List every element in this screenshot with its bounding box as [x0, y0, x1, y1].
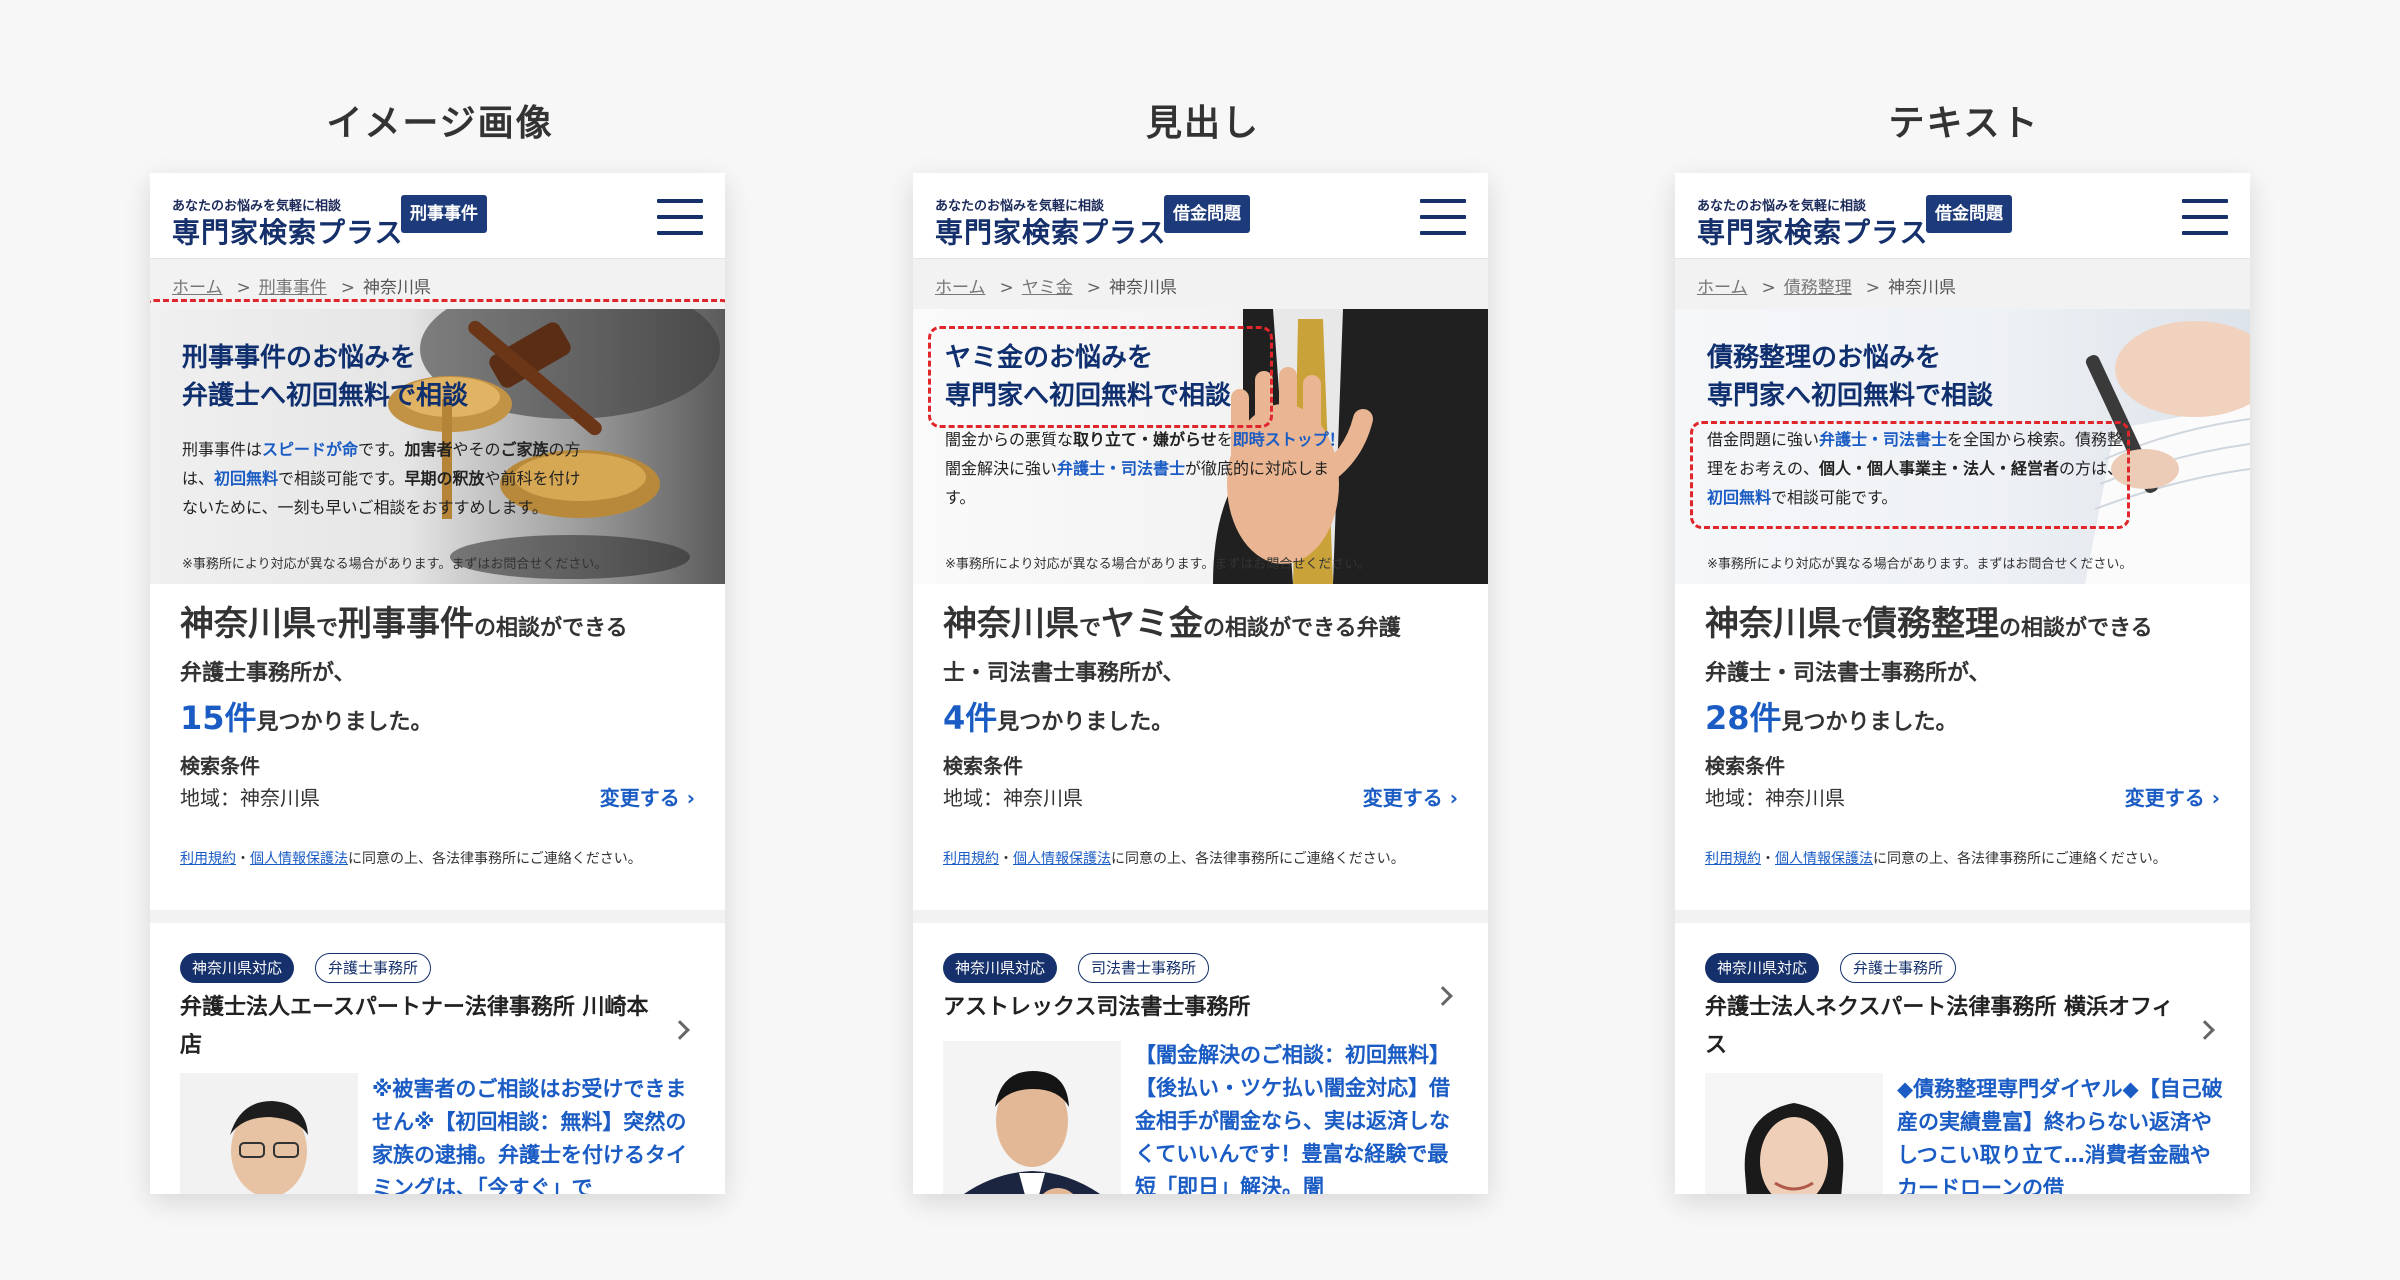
phone-screen-debt: あなたのお悩みを気軽に相談 専門家検索プラス 借金問題 ホーム > 債務整理 > 神奈川… [1675, 173, 2250, 1194]
breadcrumb: ホーム > 債務整理 > 神奈川県 [1697, 278, 1956, 298]
terms-link[interactable]: 利用規約 [180, 851, 236, 867]
breadcrumb-category-link[interactable]: ヤミ金 [1022, 278, 1073, 298]
breadcrumb-category-link[interactable]: 刑事事件 [259, 278, 327, 298]
hero-title: 刑事事件のお悩みを 弁護士へ初回無料で相談 [182, 343, 469, 411]
hero-text: 借金問題に強い弁護士・司法書士を全国から検索。債務整理をお考えの、個人・個人事業… [1707, 430, 2124, 507]
privacy-link[interactable]: 個人情報保護法 [1013, 851, 1111, 867]
results-heading: 神奈川県でヤミ金の相談ができる弁護 士・司法書士事務所が、 4件見つかりました。 [943, 604, 1401, 737]
hero-note: ※事務所により対応が異なる場合があります。まずはお問合せください。 [1707, 557, 2133, 572]
breadcrumb-home-link[interactable]: ホーム [172, 278, 223, 298]
hamburger-menu-icon[interactable] [1420, 199, 1466, 235]
result-count: 28件 [1705, 699, 1782, 737]
chevron-right-icon [670, 1020, 690, 1040]
terms-notice: 利用規約・個人情報保護法に同意の上、各法律事務所にご連絡ください。 [1705, 851, 2167, 867]
search-condition-value: 地域：神奈川県 [943, 786, 1083, 810]
site-header: あなたのお悩みを気軽に相談 専門家検索プラス 借金問題 [913, 173, 1488, 259]
category-badge: 借金問題 [1164, 195, 1250, 233]
chevron-right-icon: › [2211, 786, 2220, 810]
result-count: 15件 [180, 699, 257, 737]
column-title-heading: 見出し [1145, 103, 1260, 144]
breadcrumb-category-link[interactable]: 債務整理 [1784, 278, 1852, 298]
site-header: あなたのお悩みを気軽に相談 専門家検索プラス 刑事事件 [150, 173, 725, 259]
search-results-panel: 神奈川県で債務整理の相談ができる 弁護士・司法書士事務所が、 28件見つかりまし… [1675, 584, 2250, 910]
search-condition-value: 地域：神奈川県 [1705, 786, 1845, 810]
region-tag: 神奈川県対応 [943, 953, 1058, 983]
region-tag: 神奈川県対応 [1705, 953, 1820, 983]
hamburger-menu-icon[interactable] [2182, 199, 2228, 235]
office-name: 弁護士法人ネクスパート法律事務所 横浜オフィス [1705, 995, 2174, 1058]
site-logo[interactable]: 専門家検索プラス [172, 211, 403, 251]
change-condition-link[interactable]: 変更する › [1363, 782, 1458, 811]
hero-banner: ヤミ金のお悩みを 専門家へ初回無料で相談 闇金からの悪質な取り立て・嫌がらせを即… [913, 309, 1488, 584]
hero-banner: 刑事事件のお悩みを 弁護士へ初回無料で相談 刑事事件はスピードが命です。加害者や… [150, 309, 725, 584]
office-card[interactable]: 神奈川県対応 弁護士事務所 弁護士法人ネクスパート法律事務所 横浜オフィス ◆債… [1675, 923, 2250, 1194]
chevron-right-icon [2195, 1020, 2215, 1040]
phone-screen-loan-shark: あなたのお悩みを気軽に相談 専門家検索プラス 借金問題 ホーム > ヤミ金 > 神奈川県… [913, 173, 1488, 1194]
search-condition-value: 地域：神奈川県 [180, 786, 320, 810]
change-condition-link[interactable]: 変更する › [2125, 782, 2220, 811]
privacy-link[interactable]: 個人情報保護法 [1775, 851, 1873, 867]
search-condition-label: 検索条件 [943, 754, 1023, 778]
chevron-right-icon: › [686, 786, 695, 810]
change-condition-link[interactable]: 変更する › [600, 782, 695, 811]
breadcrumb-current: 神奈川県 [363, 278, 431, 298]
office-card[interactable]: 神奈川県対応 弁護士事務所 弁護士法人エースパートナー法律事務所 川崎本店 ※被… [150, 923, 725, 1194]
office-name: アストレックス司法書士事務所 [943, 995, 1251, 1020]
office-pr-text: ◆債務整理専門ダイヤル◆【自己破産の実績豊富】終わらない返済やしつこい取り立て…… [1897, 1077, 2223, 1194]
column-title-text: テキスト [1888, 103, 2040, 144]
office-pr-text: ※被害者のご相談はお受けできません※【初回相談：無料】突然の家族の逮捕。弁護士を… [372, 1077, 687, 1194]
office-pr-text: 【闇金解決のご相談：初回無料】【後払い・ツケ払い闇金対応】借金相手が闇金なら、実… [1135, 1043, 1450, 1194]
region-tag: 神奈川県対応 [180, 953, 295, 983]
breadcrumb-home-link[interactable]: ホーム [1697, 278, 1748, 298]
hero-text: 闇金からの悪質な取り立て・嫌がらせを即時ストップ！闇金解決に強い弁護士・司法書士… [945, 430, 1345, 507]
hero-title: 債務整理のお悩みを 専門家へ初回無料で相談 [1707, 343, 1994, 411]
site-header: あなたのお悩みを気軽に相談 専門家検索プラス 借金問題 [1675, 173, 2250, 259]
hero-title: ヤミ金のお悩みを 専門家へ初回無料で相談 [945, 343, 1232, 411]
terms-notice: 利用規約・個人情報保護法に同意の上、各法律事務所にご連絡ください。 [943, 851, 1405, 867]
breadcrumb-home-link[interactable]: ホーム [935, 278, 986, 298]
results-heading: 神奈川県で刑事事件の相談ができる 弁護士事務所が、 15件見つかりました。 [180, 604, 628, 737]
chevron-right-icon [1433, 986, 1453, 1006]
site-logo[interactable]: 専門家検索プラス [935, 211, 1166, 251]
hero-text: 刑事事件はスピードが命です。加害者やそのご家族の方は、初回無料で相談可能です。早… [182, 440, 581, 517]
office-type-tag: 司法書士事務所 [1078, 953, 1210, 983]
privacy-link[interactable]: 個人情報保護法 [250, 851, 348, 867]
search-results-panel: 神奈川県で刑事事件の相談ができる 弁護士事務所が、 15件見つかりました。 検索… [150, 584, 725, 910]
results-heading: 神奈川県で債務整理の相談ができる 弁護士・司法書士事務所が、 28件見つかりまし… [1705, 604, 2153, 737]
breadcrumb: ホーム > 刑事事件 > 神奈川県 [172, 278, 431, 298]
terms-link[interactable]: 利用規約 [943, 851, 999, 867]
result-count: 4件 [943, 699, 998, 737]
site-logo[interactable]: 専門家検索プラス [1697, 211, 1928, 251]
hero-banner: 債務整理のお悩みを 専門家へ初回無料で相談 借金問題に強い弁護士・司法書士を全国… [1675, 309, 2250, 584]
office-name: 弁護士法人エースパートナー法律事務所 川崎本店 [180, 995, 649, 1058]
hamburger-menu-icon[interactable] [657, 199, 703, 235]
chevron-right-icon: › [1449, 786, 1458, 810]
search-condition-label: 検索条件 [1705, 754, 1785, 778]
breadcrumb: ホーム > ヤミ金 > 神奈川県 [935, 278, 1177, 298]
phone-screen-criminal: あなたのお悩みを気軽に相談 専門家検索プラス 刑事事件 ホーム > 刑事事件 > 神奈川… [150, 173, 725, 1194]
office-type-tag: 弁護士事務所 [315, 953, 432, 983]
breadcrumb-current: 神奈川県 [1888, 278, 1956, 298]
hero-note: ※事務所により対応が異なる場合があります。まずはお問合せください。 [945, 557, 1371, 572]
hero-note: ※事務所により対応が異なる場合があります。まずはお問合せください。 [182, 557, 608, 572]
category-badge: 刑事事件 [401, 195, 487, 233]
staff-photo [943, 1041, 1121, 1194]
category-badge: 借金問題 [1926, 195, 2012, 233]
lawyer-photo [1705, 1073, 1883, 1194]
office-card[interactable]: 神奈川県対応 司法書士事務所 アストレックス司法書士事務所 【闇金解決のご相談：… [913, 923, 1488, 1194]
terms-link[interactable]: 利用規約 [1705, 851, 1761, 867]
column-title-image: イメージ画像 [326, 103, 554, 144]
breadcrumb-current: 神奈川県 [1109, 278, 1177, 298]
terms-notice: 利用規約・個人情報保護法に同意の上、各法律事務所にご連絡ください。 [180, 851, 642, 867]
search-results-panel: 神奈川県でヤミ金の相談ができる弁護 士・司法書士事務所が、 4件見つかりました。… [913, 584, 1488, 910]
search-condition-label: 検索条件 [180, 754, 260, 778]
lawyer-photo [180, 1073, 358, 1194]
office-type-tag: 弁護士事務所 [1840, 953, 1957, 983]
